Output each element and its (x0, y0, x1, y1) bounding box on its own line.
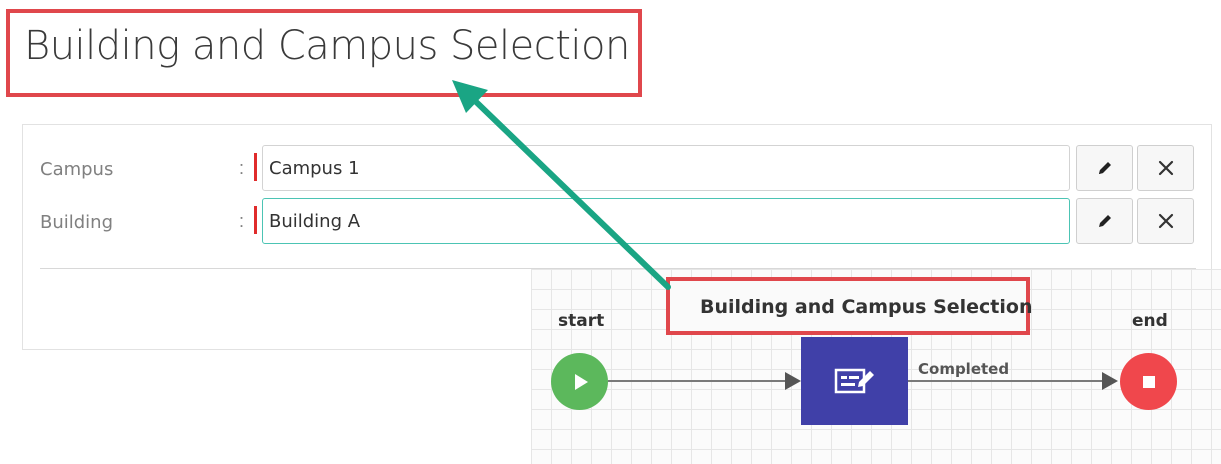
annotation-arrow-icon (452, 80, 671, 290)
